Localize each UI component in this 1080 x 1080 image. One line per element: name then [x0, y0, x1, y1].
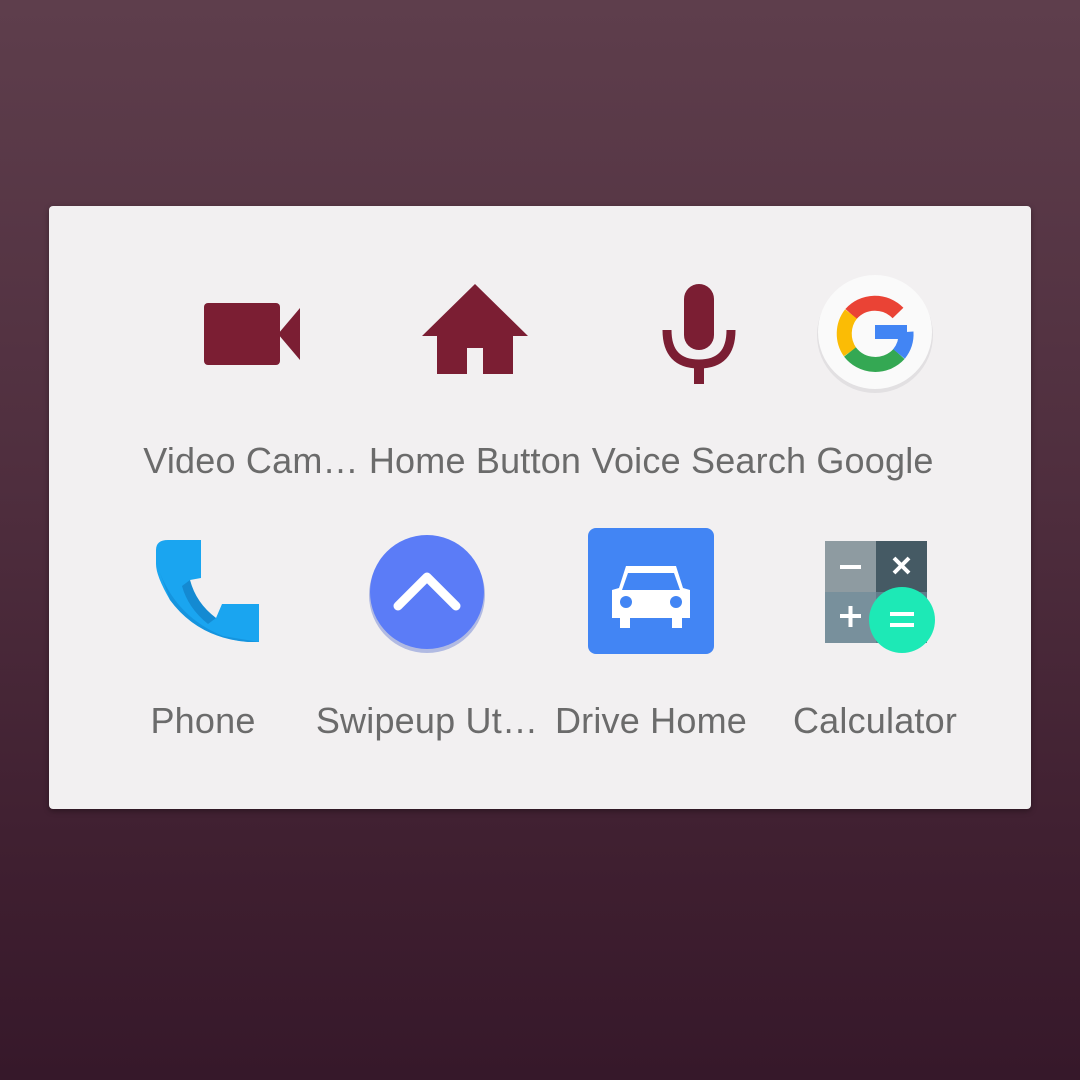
car-icon — [586, 528, 716, 658]
app-label: Video Cam… — [143, 440, 359, 481]
phone-icon — [138, 528, 268, 658]
app-google[interactable]: Google — [755, 268, 995, 508]
app-label: Calculator — [792, 700, 958, 741]
app-phone[interactable]: Phone — [83, 528, 323, 768]
app-label: Swipeup Ut… — [315, 700, 539, 741]
home-icon — [410, 268, 540, 398]
app-label: Google — [816, 440, 934, 481]
app-label: Home Button — [368, 440, 582, 481]
app-swipeup-utility[interactable]: Swipeup Ut… — [307, 528, 547, 768]
app-video-camera[interactable]: Video Cam… — [131, 268, 371, 508]
app-drive-home[interactable]: Drive Home — [531, 528, 771, 768]
app-label: Phone — [150, 700, 256, 741]
swipe-up-icon — [362, 528, 492, 658]
video-camera-icon — [186, 268, 316, 398]
calculator-icon — [810, 528, 940, 658]
google-icon — [810, 268, 940, 398]
app-label: Drive Home — [554, 700, 748, 741]
microphone-icon — [634, 268, 764, 398]
app-calculator[interactable]: Calculator — [755, 528, 995, 768]
app-folder-panel: Video Cam… Home Button Voice Search Goog… — [49, 206, 1031, 809]
app-home-button[interactable]: Home Button — [355, 268, 595, 508]
